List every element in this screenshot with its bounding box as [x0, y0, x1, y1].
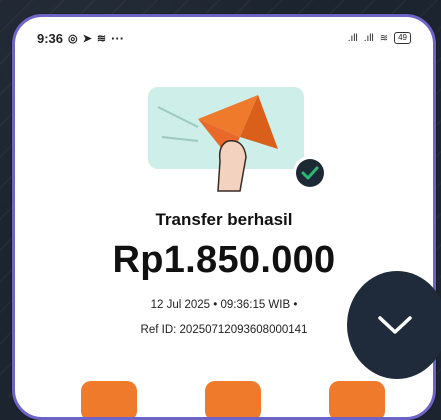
- collapse-button[interactable]: [347, 271, 441, 379]
- action-button-2[interactable]: [205, 381, 261, 417]
- hand-icon: [217, 140, 247, 192]
- app-icon: ≋: [96, 32, 107, 45]
- chevron-down-icon: [378, 316, 412, 334]
- signal-icon-2: .ıll: [363, 32, 374, 44]
- action-button-3[interactable]: [329, 381, 385, 417]
- status-time: 9:36: [37, 30, 64, 46]
- whatsapp-icon: ◎: [68, 32, 78, 45]
- signal-icon: .ıll: [347, 32, 358, 44]
- status-bar-right: .ıll .ıll ≋ 49: [348, 32, 411, 44]
- transfer-success-illustration: [148, 87, 327, 192]
- transfer-status-title: Transfer berhasil: [155, 210, 293, 229]
- telegram-icon: ➤: [82, 32, 92, 45]
- action-button-1[interactable]: [81, 381, 137, 417]
- check-badge: [296, 159, 324, 187]
- overflow-dots: ···: [111, 30, 125, 46]
- status-bar-left: 9:36 ◎ ➤ ≋ ···: [37, 31, 124, 46]
- status-bar: 9:36 ◎ ➤ ≋ ··· .ıll .ıll ≋ 49: [15, 17, 433, 59]
- wifi-icon: ≋: [379, 32, 389, 44]
- transfer-amount: Rp1.850.000: [112, 239, 336, 281]
- battery-icon: 49: [394, 32, 411, 44]
